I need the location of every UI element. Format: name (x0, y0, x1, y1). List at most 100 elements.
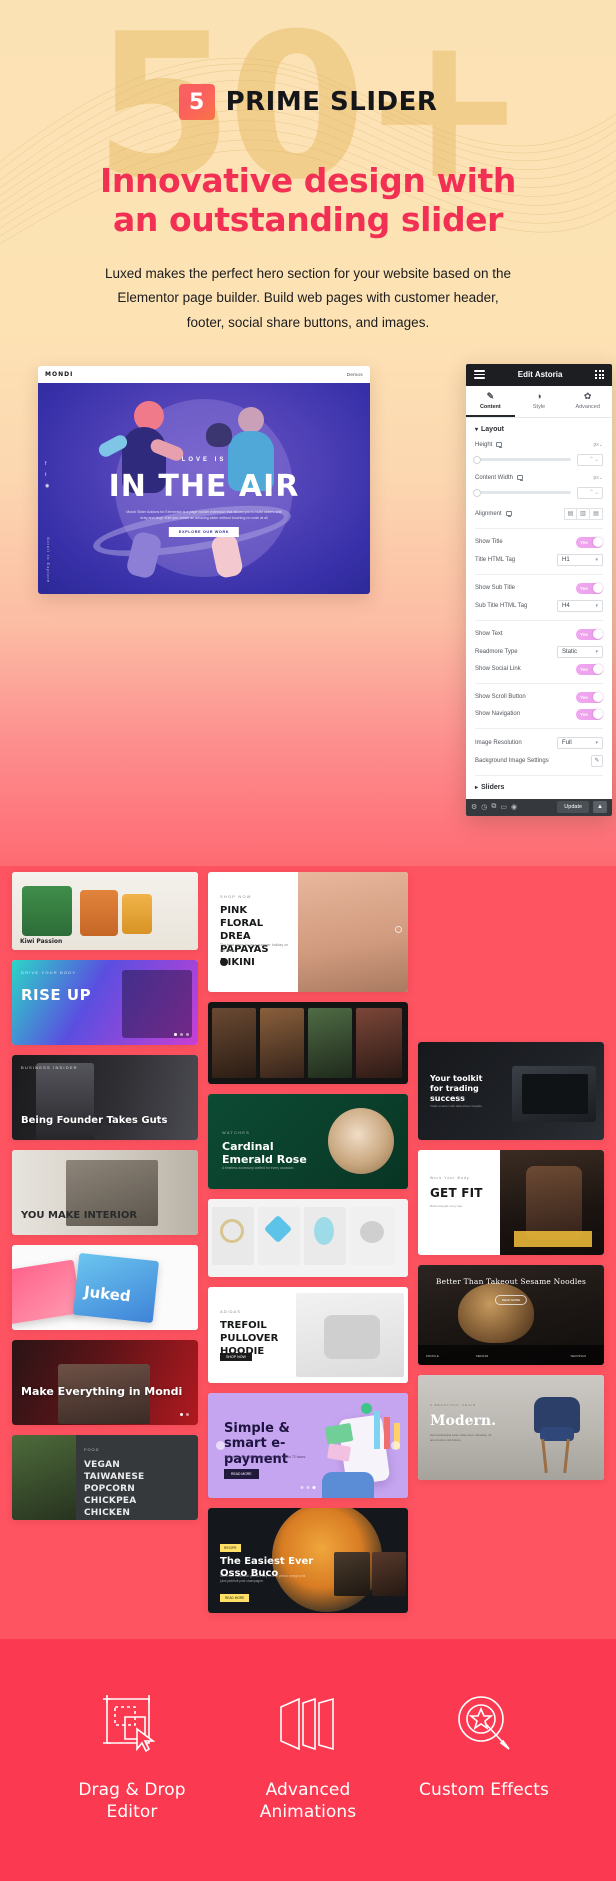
slider-dots[interactable] (300, 1485, 316, 1489)
card-get-fit[interactable]: Work Your Body GET FIT Build strength ev… (418, 1149, 604, 1255)
control-height-slider[interactable]: ⌃⌄ (473, 453, 603, 466)
height-slider-knob[interactable] (473, 455, 481, 464)
card-juked-anzu[interactable]: Juked (12, 1244, 198, 1330)
history-icon[interactable]: ◷ (481, 803, 487, 811)
unit-caret-icon[interactable]: ⌄ (599, 475, 603, 481)
preview-cta-button[interactable]: EXPLORE OUR WORK (168, 526, 240, 537)
height-number-input[interactable]: ⌃⌄ (577, 453, 603, 466)
gallery-column-right: Your toolkit for trading success Trade s… (418, 872, 604, 1480)
gear-icon[interactable]: ⚙ (471, 803, 477, 811)
content-width-slider-knob[interactable] (473, 488, 481, 497)
control-show-social-link: Show Social Link Yes (475, 663, 603, 675)
card-vegan-taiwanese[interactable]: FOOD VEGAN TAIWANESE POPCORN CHICKPEA CH… (12, 1434, 198, 1520)
content-width-slider-track[interactable] (473, 488, 571, 497)
chevron-down-icon: ▾ (595, 648, 598, 655)
card-food-grid[interactable] (208, 1001, 408, 1084)
show-title-toggle[interactable]: Yes (576, 536, 603, 548)
tab-content[interactable]: ✎ Content (466, 386, 515, 417)
slider-dots[interactable] (180, 1412, 189, 1416)
card-you-make-interior[interactable]: YOU MAKE INTERIOR (12, 1149, 198, 1235)
show-text-toggle[interactable]: Yes (576, 628, 603, 640)
height-slider-track[interactable] (473, 455, 571, 464)
preview-scroll-label: Scroll to Explore (46, 537, 51, 584)
content-width-number-input[interactable]: ⌃⌄ (577, 486, 603, 499)
feature-advanced-animations: Advanced Animations (233, 1693, 383, 1824)
grid-apps-icon[interactable] (595, 370, 604, 379)
hamburger-icon[interactable] (474, 370, 485, 379)
show-scroll-button-toggle[interactable]: Yes (576, 691, 603, 703)
slider-dots[interactable] (174, 1032, 189, 1036)
gallery-grid: Kiwi Passion DRIVE YOUR BODY RISE UP BUS… (0, 871, 616, 1613)
facebook-icon[interactable]: f (45, 461, 49, 467)
card-sesame-noodles[interactable]: Better Than Takeout Sesame Noodles READ … (418, 1264, 604, 1365)
hero-section: 50+ 5 PRIME SLIDER Innovative design wit… (0, 0, 616, 866)
responsive-icon[interactable]: ▭ (500, 803, 507, 811)
card-trading-toolkit[interactable]: Your toolkit for trading success Trade s… (418, 1041, 604, 1140)
show-social-link-toggle[interactable]: Yes (576, 663, 603, 675)
card-easiest-ever-osso-buco[interactable]: RECIPE The Easiest Ever Osso Buco Surren… (208, 1507, 408, 1613)
update-options-caret-icon[interactable]: ▲ (593, 801, 607, 814)
tab-style[interactable]: ◑ Style (515, 386, 564, 417)
show-sub-title-toggle[interactable]: Yes (576, 582, 603, 594)
card-kiwi-passion[interactable]: Kiwi Passion (12, 871, 198, 950)
elementor-panel-body: ▾ Layout Height px ⌄ ⌃⌄ Content Width px… (466, 418, 612, 799)
chevron-right-icon: ▸ (475, 784, 479, 791)
pencil-icon: ✎ (486, 390, 495, 401)
next-arrow-icon[interactable] (395, 925, 402, 933)
card-founder-takes-guts[interactable]: BUSINESS INSIDER Being Founder Takes Gut… (12, 1054, 198, 1140)
desktop-icon[interactable] (496, 442, 503, 449)
title-html-tag-select[interactable]: H1 ▾ (557, 553, 603, 566)
tab-advanced[interactable]: ✿ Advanced (563, 386, 612, 417)
preview-social-links[interactable]: f t ◉ (45, 461, 49, 489)
show-navigation-toggle[interactable]: Yes (576, 708, 603, 720)
align-center-icon[interactable]: ▥ (577, 507, 590, 520)
pencil-icon[interactable]: ✎ (591, 754, 603, 767)
card-trefoil-pullover-hoodie[interactable]: ADIDAS TREFOIL PULLOVER HOODIE SHOP NOW (208, 1286, 408, 1383)
card-make-everything-mondi[interactable]: Make Everything in Mondi (12, 1339, 198, 1425)
eye-icon[interactable]: ◉ (511, 803, 517, 811)
image-resolution-select[interactable]: Full ▾ (557, 736, 603, 749)
desktop-icon[interactable] (517, 475, 524, 482)
contrast-icon: ◑ (536, 390, 542, 401)
readmore-type-select[interactable]: Static ▾ (557, 645, 603, 658)
card-simple-smart-epayment[interactable]: Simple & smart e-payment 70% of our paym… (208, 1392, 408, 1498)
desktop-icon[interactable] (505, 511, 512, 518)
chevron-down-icon: ▾ (595, 602, 598, 609)
align-right-icon[interactable]: ▤ (590, 507, 603, 520)
preview-nav-demos[interactable]: Demos (347, 372, 363, 377)
card-cardinal-emerald-rose[interactable]: WATCHES Cardinal Emerald Rose A timeless… (208, 1093, 408, 1189)
update-button[interactable]: Update (557, 801, 590, 814)
control-content-width: Content Width px ⌄ (475, 475, 603, 482)
control-alignment: Alignment ▤ ▥ ▤ (475, 507, 603, 520)
preview-figure-a (134, 400, 164, 431)
sub-title-html-tag-select[interactable]: H4 ▾ (557, 599, 603, 612)
card-rise-up[interactable]: DRIVE YOUR BODY RISE UP (12, 959, 198, 1045)
card-cta[interactable]: SHOP NOW (220, 1352, 252, 1361)
page-subtitle: Luxed makes the perfect hero section for… (105, 265, 511, 330)
control-title-html-tag: Title HTML Tag H1 ▾ (475, 553, 603, 566)
twitter-icon[interactable]: t (45, 472, 49, 478)
features-section: Drag & Drop Editor Advanced Animations C… (0, 1638, 616, 1881)
instagram-icon[interactable]: ◉ (45, 483, 49, 489)
prev-arrow-icon[interactable] (216, 1440, 225, 1450)
unit-caret-icon[interactable]: ⌄ (599, 442, 603, 448)
card-pink-floral-bikini[interactable]: SHOP NOW PINK FLORAL DREA PAPAYAS BIKINI… (208, 871, 408, 992)
card-label: VEGAN TAIWANESE POPCORN CHICKPEA CHICKEN… (84, 1459, 145, 1519)
card-cta[interactable]: READ MORE (224, 1468, 259, 1479)
card-label: RISE UP (21, 985, 92, 1004)
magic-wand-target-icon (458, 1695, 510, 1750)
next-arrow-icon[interactable] (391, 1440, 400, 1450)
card-cta[interactable]: READ MORE (494, 1294, 528, 1305)
card-cta[interactable]: READ MORE (220, 1593, 250, 1602)
brand-name: PRIME SLIDER (225, 87, 438, 117)
slider-dot-active[interactable] (220, 957, 228, 966)
section-sliders-header[interactable]: ▸ Sliders (475, 784, 603, 791)
card-modern-chair[interactable]: A BEAUTIFUL CHAIR Modern. Sed scelerisqu… (418, 1374, 604, 1480)
section-layout-header[interactable]: ▾ Layout (475, 426, 603, 433)
align-left-icon[interactable]: ▤ (564, 507, 577, 520)
navigator-icon[interactable]: ⧉ (491, 803, 496, 811)
control-content-width-slider[interactable]: ⌃⌄ (473, 486, 603, 499)
card-jewellery-row[interactable] (208, 1198, 408, 1277)
section-sliders-label: Sliders (481, 783, 505, 791)
elementor-panel: Edit Astoria ✎ Content ◑ Style ✿ Advance… (466, 363, 612, 816)
